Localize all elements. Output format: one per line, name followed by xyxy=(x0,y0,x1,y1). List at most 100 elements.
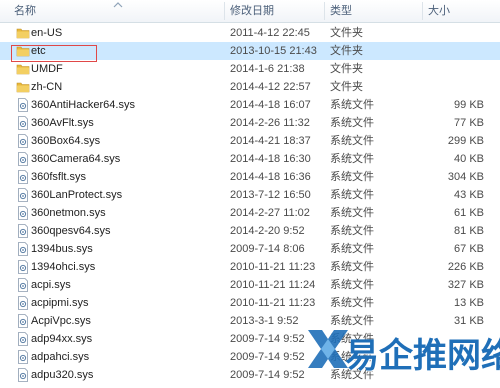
file-name: 360Camera64.sys xyxy=(31,153,121,165)
file-size: 43 KB xyxy=(454,189,484,201)
file-type: 系统文件 xyxy=(330,153,374,165)
file-size: 61 KB xyxy=(454,207,484,219)
file-type: 文件夹 xyxy=(330,81,363,93)
file-name: adpu320.sys xyxy=(31,369,94,381)
file-row[interactable]: en-US 2011-4-12 22:45 文件夹 xyxy=(0,24,500,42)
file-date: 2009-7-14 9:52 xyxy=(230,351,305,363)
file-name: 360AntiHacker64.sys xyxy=(31,99,135,111)
file-row[interactable]: 360netmon.sys 2014-2-27 11:02 系统文件 61 KB xyxy=(0,204,500,222)
file-size: 77 KB xyxy=(454,117,484,129)
file-date: 2009-7-14 8:06 xyxy=(230,243,305,255)
file-row[interactable]: 360Box64.sys 2014-4-21 18:37 系统文件 299 KB xyxy=(0,132,500,150)
file-date: 2014-4-21 18:37 xyxy=(230,135,311,147)
file-date: 2010-11-21 11:23 xyxy=(230,261,316,273)
file-date: 2014-4-18 16:07 xyxy=(230,99,311,111)
file-date: 2011-4-12 22:45 xyxy=(230,27,310,39)
file-name: 360netmon.sys xyxy=(31,207,106,219)
file-name: acpi.sys xyxy=(31,279,71,291)
file-date: 2013-10-15 21:43 xyxy=(230,45,317,57)
system-file-icon xyxy=(16,314,30,328)
file-type: 文件夹 xyxy=(330,27,363,39)
column-divider[interactable] xyxy=(224,2,225,20)
column-divider[interactable] xyxy=(324,2,325,20)
file-type: 系统文件 xyxy=(330,135,374,147)
system-file-icon xyxy=(16,260,30,274)
file-type: 文件夹 xyxy=(330,63,363,75)
column-header-size[interactable]: 大小 xyxy=(428,0,450,22)
file-row[interactable]: UMDF 2014-1-6 21:38 文件夹 xyxy=(0,60,500,78)
file-row[interactable]: 360fsflt.sys 2014-4-18 16:36 系统文件 304 KB xyxy=(0,168,500,186)
file-size: 327 KB xyxy=(447,279,484,291)
file-row[interactable]: acpi.sys 2010-11-21 11:24 系统文件 327 KB xyxy=(0,276,500,294)
system-file-icon xyxy=(16,134,30,148)
file-type: 系统文件 xyxy=(330,225,374,237)
file-name: AcpiVpc.sys xyxy=(31,315,91,327)
file-name: zh-CN xyxy=(31,81,63,93)
file-size: 226 KB xyxy=(447,261,484,273)
system-file-icon xyxy=(16,296,30,310)
file-date: 2014-2-20 9:52 xyxy=(230,225,305,237)
system-file-icon xyxy=(16,152,30,166)
file-row[interactable]: 360AvFlt.sys 2014-2-26 11:32 系统文件 77 KB xyxy=(0,114,500,132)
file-type: 系统文件 xyxy=(330,189,374,201)
file-size: 99 KB xyxy=(454,99,484,111)
file-size: 67 KB xyxy=(454,243,484,255)
file-date: 2009-7-14 9:52 xyxy=(230,369,305,381)
file-row[interactable]: 360LanProtect.sys 2013-7-12 16:50 系统文件 43 K… xyxy=(0,186,500,204)
system-file-icon xyxy=(16,332,30,346)
file-name: acpipmi.sys xyxy=(31,297,89,309)
file-type: 系统文件 xyxy=(330,297,374,309)
file-row[interactable]: 1394bus.sys 2009-7-14 8:06 系统文件 67 KB xyxy=(0,240,500,258)
file-name: 1394ohci.sys xyxy=(31,261,96,273)
file-type: 系统文件 xyxy=(330,243,374,255)
file-size: 40 KB xyxy=(454,153,484,165)
file-size: 304 KB xyxy=(447,171,484,183)
file-name: 360qpesv64.sys xyxy=(31,225,111,237)
sort-chevron-up-icon[interactable] xyxy=(112,0,124,10)
column-header-name[interactable]: 名称 xyxy=(14,0,36,22)
file-row[interactable]: 1394ohci.sys 2010-11-21 11:23 系统文件 226 KB xyxy=(0,258,500,276)
file-date: 2014-2-26 11:32 xyxy=(230,117,310,129)
file-date: 2009-7-14 9:52 xyxy=(230,333,305,345)
column-header-bar: 名称 修改日期 类型 大小 xyxy=(0,0,500,23)
folder-icon xyxy=(16,26,30,40)
system-file-icon xyxy=(16,188,30,202)
column-divider[interactable] xyxy=(422,2,423,20)
file-name: 360AvFlt.sys xyxy=(31,117,94,129)
file-row[interactable]: 360Camera64.sys 2014-4-18 16:30 系统文件 40 KB xyxy=(0,150,500,168)
file-type: 系统文件 xyxy=(330,117,374,129)
file-date: 2013-3-1 9:52 xyxy=(230,315,299,327)
file-name: UMDF xyxy=(31,63,63,75)
file-row[interactable]: acpipmi.sys 2010-11-21 11:23 系统文件 13 KB xyxy=(0,294,500,312)
file-size: 81 KB xyxy=(454,225,484,237)
file-type: 系统文件 xyxy=(330,279,374,291)
column-header-type[interactable]: 类型 xyxy=(330,0,352,22)
file-date: 2014-2-27 11:02 xyxy=(230,207,310,219)
file-date: 2014-4-12 22:57 xyxy=(230,81,311,93)
file-type: 文件夹 xyxy=(330,45,363,57)
folder-icon xyxy=(16,80,30,94)
file-date: 2014-4-18 16:36 xyxy=(230,171,311,183)
system-file-icon xyxy=(16,206,30,220)
system-file-icon xyxy=(16,278,30,292)
file-name: 360LanProtect.sys xyxy=(31,189,123,201)
file-date: 2014-1-6 21:38 xyxy=(230,63,305,75)
folder-icon xyxy=(16,62,30,76)
file-row[interactable]: 360AntiHacker64.sys 2014-4-18 16:07 系统文件 99… xyxy=(0,96,500,114)
file-name: en-US xyxy=(31,27,63,39)
file-size: 299 KB xyxy=(447,135,484,147)
file-row[interactable]: zh-CN 2014-4-12 22:57 文件夹 xyxy=(0,78,500,96)
file-date: 2013-7-12 16:50 xyxy=(230,189,311,201)
file-name: adpahci.sys xyxy=(31,351,90,363)
file-type: 系统文件 xyxy=(330,99,374,111)
column-header-date[interactable]: 修改日期 xyxy=(230,0,274,22)
highlight-box xyxy=(11,45,97,62)
file-date: 2010-11-21 11:23 xyxy=(230,297,316,309)
system-file-icon xyxy=(16,242,30,256)
file-type: 系统文件 xyxy=(330,207,374,219)
file-name: adp94xx.sys xyxy=(31,333,93,345)
file-name: 360Box64.sys xyxy=(31,135,101,147)
file-size: 13 KB xyxy=(454,297,484,309)
file-date: 2014-4-18 16:30 xyxy=(230,153,311,165)
file-row[interactable]: 360qpesv64.sys 2014-2-20 9:52 系统文件 81 KB xyxy=(0,222,500,240)
